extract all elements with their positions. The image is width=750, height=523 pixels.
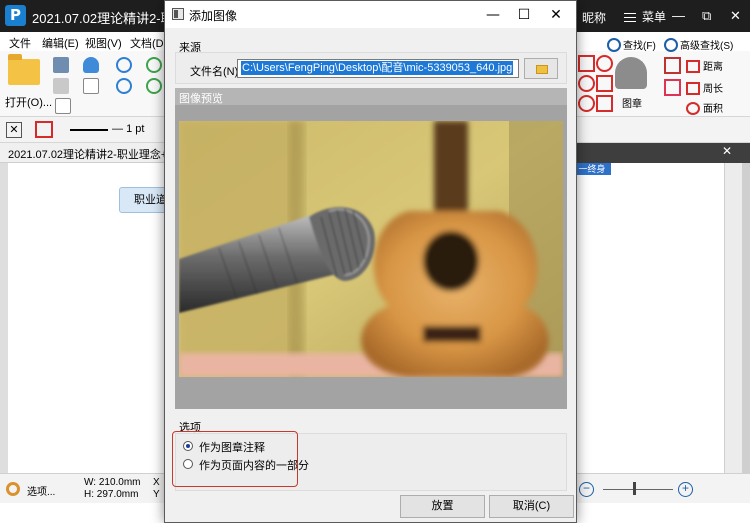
line-width-selector[interactable]: — 1 pt	[112, 123, 144, 135]
stroke-color-swatch[interactable]	[35, 121, 53, 138]
options-gear-icon[interactable]	[6, 482, 20, 496]
forward-icon[interactable]	[146, 78, 162, 94]
preview-section-label: 图像预览	[179, 93, 223, 105]
zoom-slider-track[interactable]	[603, 489, 673, 490]
app-logo-icon: P	[5, 5, 26, 26]
advanced-find-label: 高级查找(S)	[680, 41, 734, 52]
document-close-icon[interactable]: ✕	[722, 144, 732, 158]
perimeter-icon	[686, 82, 700, 95]
stamp-icon[interactable]	[615, 57, 647, 89]
app-restore-button[interactable]: ⧉	[702, 8, 711, 24]
zoom-in-icon[interactable]: +	[678, 482, 693, 497]
app-menubar: 文件 编辑(E) 视图(V) 文档(D)	[0, 32, 170, 51]
dialog-close-button[interactable]: ✕	[541, 5, 571, 25]
zoom-slider-thumb[interactable]	[633, 482, 636, 495]
polyline-shape-icon[interactable]	[596, 95, 613, 112]
hamburger-icon	[624, 13, 636, 22]
app-close-button[interactable]: ✕	[730, 8, 741, 24]
pencil-icon[interactable]	[664, 57, 681, 74]
line-width-value: 1 pt	[126, 123, 145, 135]
cloud-icon[interactable]	[83, 57, 99, 73]
paste-icon[interactable]	[83, 78, 99, 94]
radio-page-content-label[interactable]: 作为页面内容的一部分	[199, 457, 309, 473]
find-label: 查找(F)	[623, 41, 656, 52]
find-button[interactable]: 查找(F)	[607, 37, 656, 52]
menu-document[interactable]: 文档(D)	[130, 35, 167, 51]
file-name-input[interactable]: C:\Users\FengPing\Desktop\配音\mic-5339053…	[237, 59, 519, 78]
undo-icon[interactable]	[116, 57, 132, 73]
left-panel-edge	[0, 163, 8, 473]
preview-photo-graphic	[179, 121, 563, 377]
main-menu-button[interactable]: 菜单	[624, 8, 666, 25]
save-icon[interactable]	[53, 57, 69, 73]
print-icon[interactable]	[53, 78, 69, 94]
find-icon	[607, 38, 621, 52]
distance-label: 距离	[703, 62, 723, 73]
file-name-value: C:\Users\FengPing\Desktop\配音\mic-5339053…	[241, 61, 514, 75]
line-style-selector[interactable]	[70, 129, 108, 131]
cancel-button[interactable]: 取消(C)	[489, 495, 574, 518]
menu-edit[interactable]: 编辑(E)	[42, 35, 79, 51]
polygon-shape-icon[interactable]	[596, 55, 613, 72]
vertical-scrollbar[interactable]	[724, 163, 742, 473]
radio-page-content[interactable]	[183, 459, 193, 469]
perimeter-label: 周长	[703, 84, 723, 95]
cursor-x: X	[153, 477, 160, 488]
nickname-link[interactable]: 昵称	[582, 9, 606, 26]
open-button-label[interactable]: 打开(O)...	[5, 94, 52, 110]
perimeter-tool[interactable]: 周长	[686, 80, 723, 95]
pentagon-shape-icon[interactable]	[596, 75, 613, 92]
stamp-label[interactable]: 图章	[622, 95, 642, 110]
cloud-shape-icon[interactable]	[578, 95, 595, 112]
menu-file[interactable]: 文件	[9, 35, 31, 51]
browse-button[interactable]	[524, 58, 558, 79]
open-folder-icon[interactable]	[8, 54, 40, 85]
zoom-out-icon[interactable]: −	[579, 482, 594, 497]
redo-icon[interactable]	[116, 78, 132, 94]
document-icon[interactable]	[55, 98, 71, 114]
add-image-dialog: 添加图像 — ☐ ✕ 来源 文件名(N): C:\Users\FengPing\…	[164, 0, 577, 523]
page-width: W: 210.0mm	[84, 477, 141, 488]
distance-icon	[686, 60, 700, 73]
app-minimize-button[interactable]: —	[672, 8, 685, 23]
back-icon[interactable]	[146, 57, 162, 73]
rectangle-shape-icon[interactable]	[578, 55, 595, 72]
area-icon	[686, 102, 700, 115]
file-name-label: 文件名(N):	[190, 66, 242, 78]
dialog-minimize-button[interactable]: —	[478, 5, 508, 25]
options-button[interactable]: 选项...	[27, 483, 55, 498]
no-fill-icon[interactable]: ✕	[6, 122, 22, 138]
advanced-find-button[interactable]: 高级查找(S)	[664, 37, 733, 52]
main-menu-label: 菜单	[642, 10, 667, 24]
area-label: 面积	[703, 104, 723, 115]
dialog-app-icon	[172, 8, 184, 20]
distance-tool[interactable]: 距离	[686, 58, 723, 73]
area-tool[interactable]: 面积	[686, 100, 723, 115]
document-tab[interactable]: 2021.07.02理论精讲2-职业理念+职业	[8, 146, 189, 162]
radio-stamp-annotation-label[interactable]: 作为图章注释	[199, 439, 265, 455]
advanced-find-icon	[664, 38, 678, 52]
radio-stamp-annotation[interactable]	[183, 441, 193, 451]
eraser-icon[interactable]	[664, 79, 681, 96]
dialog-maximize-button[interactable]: ☐	[509, 5, 539, 25]
place-button[interactable]: 放置	[400, 495, 485, 518]
preview-header: 图像预览	[175, 88, 567, 105]
dialog-title: 添加图像	[189, 9, 238, 23]
mindmap-tag[interactable]: 一终身	[573, 163, 611, 175]
page-height: H: 297.0mm	[84, 489, 139, 500]
image-preview	[179, 121, 563, 377]
dialog-titlebar: 添加图像 — ☐ ✕	[165, 1, 576, 28]
cursor-y: Y	[153, 489, 160, 500]
menu-view[interactable]: 视图(V)	[85, 35, 122, 51]
folder-icon	[536, 65, 548, 74]
outer-frame-edge	[742, 163, 750, 523]
ellipse-shape-icon[interactable]	[578, 75, 595, 92]
